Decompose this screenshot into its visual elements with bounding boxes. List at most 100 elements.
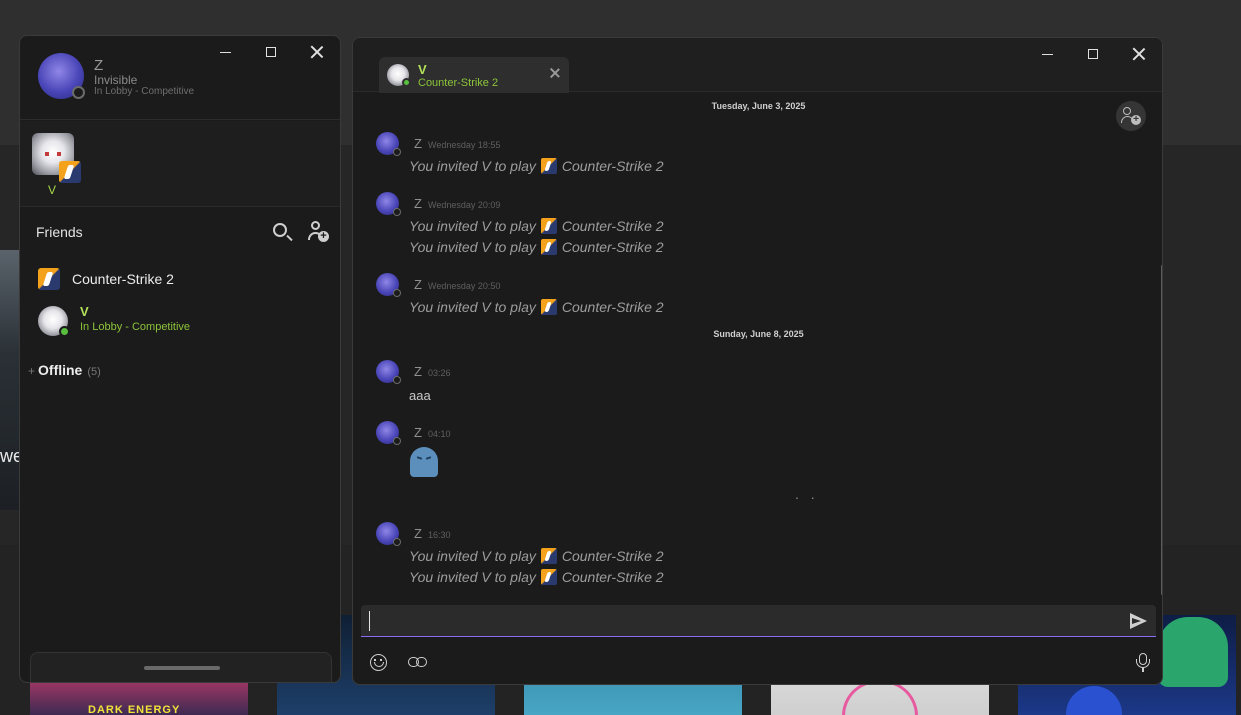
message-composer <box>361 605 1156 637</box>
tab-name: V <box>418 62 427 77</box>
party-section: V <box>20 121 340 207</box>
counter-strike-icon <box>38 268 60 290</box>
emoticon-eye <box>425 456 432 460</box>
invisible-status-icon <box>393 538 401 546</box>
mic-stand <box>1136 659 1150 668</box>
invite-message: You invited V to play Counter-Strike 2 <box>409 569 664 585</box>
friend-item-v[interactable]: V In Lobby - Competitive <box>38 304 328 340</box>
sender-avatar[interactable] <box>376 192 401 216</box>
tab-game: Counter-Strike 2 <box>418 77 499 89</box>
sender-avatar[interactable] <box>376 132 401 156</box>
counter-strike-icon <box>59 161 81 183</box>
date-separator: Tuesday, June 3, 2025 <box>711 101 806 111</box>
self-status: Invisible <box>94 73 138 87</box>
invite-text: You invited V to play <box>409 548 536 564</box>
invite-game-name[interactable]: Counter-Strike 2 <box>562 548 664 564</box>
sender-name[interactable]: Z <box>414 136 422 151</box>
offline-count: (5) <box>87 366 101 378</box>
game-group-counter-strike[interactable]: Counter-Strike 2 <box>38 266 328 292</box>
invisible-status-icon <box>393 437 401 445</box>
invite-text: You invited V to play <box>409 158 536 174</box>
avatar-art <box>45 152 61 156</box>
tab-close-icon[interactable] <box>549 67 561 79</box>
search-icon[interactable] <box>273 223 287 237</box>
link-icon[interactable] <box>408 657 428 667</box>
message-timestamp: 16:30 <box>428 530 451 540</box>
invite-message: You invited V to play Counter-Strike 2 <box>409 218 664 234</box>
sender-avatar[interactable] <box>376 360 401 384</box>
invite-message: You invited V to play Counter-Strike 2 <box>409 548 664 564</box>
party-member-avatar[interactable] <box>32 133 81 183</box>
chat-scrollbar[interactable] <box>1161 265 1162 595</box>
chat-window: V Counter-Strike 2 + Tuesday, June 3, 20… <box>352 37 1163 685</box>
chat-tab-v[interactable]: V Counter-Strike 2 <box>379 57 569 93</box>
friend-avatar <box>38 306 70 337</box>
sender-name[interactable]: Z <box>414 196 422 211</box>
counter-strike-icon <box>540 218 557 234</box>
counter-strike-icon <box>540 239 557 255</box>
friends-list-window: Z Invisible In Lobby - Competitive V Fri… <box>19 35 341 683</box>
invite-game-name[interactable]: Counter-Strike 2 <box>562 239 664 255</box>
sender-name[interactable]: Z <box>414 277 422 292</box>
thumbnail-title: DARK ENERGY <box>88 704 181 715</box>
expand-icon: + <box>28 364 36 378</box>
counter-strike-icon <box>540 569 557 585</box>
invisible-status-icon <box>393 208 401 216</box>
friends-header: Friends + <box>20 208 340 254</box>
invite-message: You invited V to play Counter-Strike 2 <box>409 239 664 255</box>
invite-game-name[interactable]: Counter-Strike 2 <box>562 158 664 174</box>
typing-indicator: . . <box>795 486 819 502</box>
invite-game-name[interactable]: Counter-Strike 2 <box>562 299 664 315</box>
emoji-icon[interactable] <box>370 654 387 671</box>
tab-avatar <box>387 64 411 87</box>
message-timestamp: Wednesday 18:55 <box>428 140 501 150</box>
counter-strike-icon <box>540 158 557 174</box>
offline-group-toggle[interactable]: + Offline (5) <box>28 362 101 378</box>
sender-name[interactable]: Z <box>414 364 422 379</box>
game-group-label: Counter-Strike 2 <box>72 271 174 287</box>
microphone-icon[interactable] <box>1136 653 1150 673</box>
self-profile-header[interactable]: Z Invisible In Lobby - Competitive <box>20 36 340 120</box>
window-controls <box>1024 38 1162 70</box>
person-head <box>311 221 320 230</box>
friend-status: In Lobby - Competitive <box>80 321 191 333</box>
self-name: Z <box>94 57 104 74</box>
invisible-status-icon <box>393 289 401 297</box>
party-member-name: V <box>48 183 57 197</box>
message-timestamp: 04:10 <box>428 429 451 439</box>
invite-game-name[interactable]: Counter-Strike 2 <box>562 218 664 234</box>
counter-strike-icon <box>540 548 557 564</box>
online-status-icon <box>402 78 411 87</box>
sender-avatar[interactable] <box>376 421 401 445</box>
invisible-status-icon <box>72 86 85 99</box>
composer-toolbar <box>353 645 1162 681</box>
drag-handle[interactable] <box>144 666 220 670</box>
sender-avatar[interactable] <box>376 522 401 546</box>
sender-avatar[interactable] <box>376 273 401 297</box>
background-game-art <box>0 250 20 510</box>
invite-message: You invited V to play Counter-Strike 2 <box>409 299 664 315</box>
invite-text: You invited V to play <box>409 569 536 585</box>
invite-game-name[interactable]: Counter-Strike 2 <box>562 569 664 585</box>
invite-text: You invited V to play <box>409 239 536 255</box>
self-avatar[interactable] <box>38 53 85 99</box>
friends-title: Friends <box>36 224 83 240</box>
add-friend-icon[interactable]: + <box>308 221 330 243</box>
link-loop <box>416 657 427 667</box>
message-input[interactable] <box>369 611 1109 631</box>
sender-name[interactable]: Z <box>414 526 422 541</box>
message-timestamp: 03:26 <box>428 368 451 378</box>
sender-name[interactable]: Z <box>414 425 422 440</box>
invite-message: You invited V to play Counter-Strike 2 <box>409 158 664 174</box>
close-icon <box>1133 48 1145 60</box>
friends-footer <box>30 652 332 682</box>
close-button[interactable] <box>1116 38 1162 70</box>
emoticon-eye <box>416 456 423 460</box>
chat-tab-bar: V Counter-Strike 2 <box>353 38 1162 93</box>
message-text: aaa <box>409 388 431 403</box>
minimize-button[interactable] <box>1024 38 1070 70</box>
send-icon[interactable] <box>1130 613 1147 629</box>
maximize-icon <box>1088 49 1098 59</box>
maximize-button[interactable] <box>1070 38 1116 70</box>
offline-label: Offline <box>38 362 83 378</box>
